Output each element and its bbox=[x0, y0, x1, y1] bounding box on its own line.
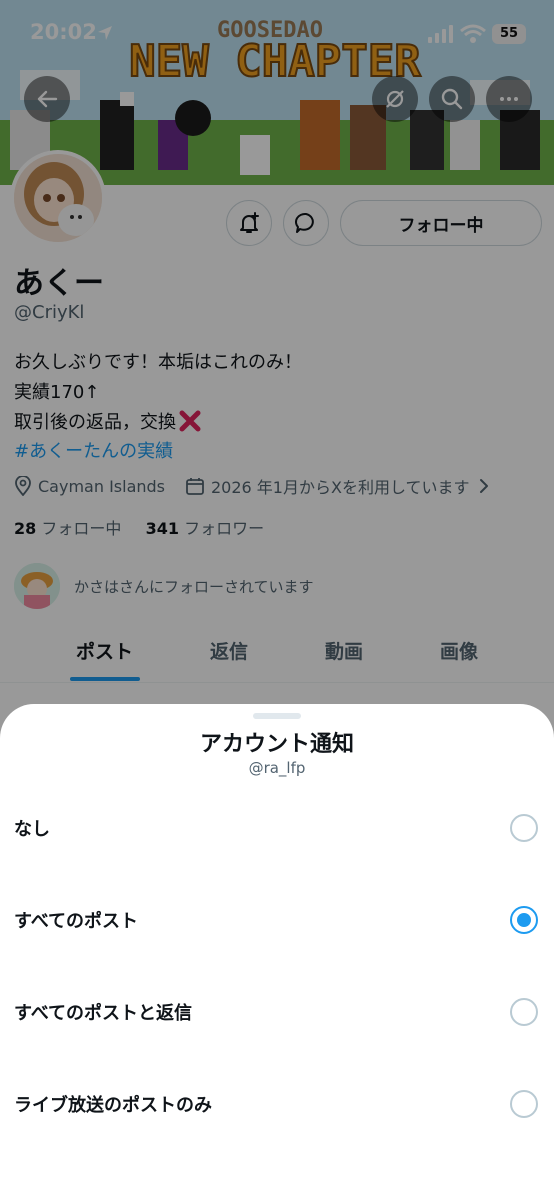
sheet-grabber[interactable] bbox=[253, 713, 301, 719]
option-label: すべてのポストと返信 bbox=[14, 1003, 193, 1024]
option-label: なし bbox=[14, 819, 50, 840]
radio-button-selected[interactable] bbox=[510, 906, 538, 934]
option-live-posts-only[interactable]: ライブ放送のポストのみ bbox=[0, 1064, 554, 1144]
option-all-posts-and-replies[interactable]: すべてのポストと返信 bbox=[0, 972, 554, 1052]
option-all-posts[interactable]: すべてのポスト bbox=[0, 880, 554, 960]
radio-button[interactable] bbox=[510, 998, 538, 1026]
account-notification-sheet: アカウント通知 @ra_lfp なし すべてのポスト すべてのポストと返信 ライ… bbox=[0, 704, 554, 1199]
radio-button[interactable] bbox=[510, 1090, 538, 1118]
radio-button[interactable] bbox=[510, 814, 538, 842]
sheet-title: アカウント通知 bbox=[199, 732, 354, 757]
sheet-subtitle: @ra_lfp bbox=[248, 759, 306, 777]
option-none[interactable]: なし bbox=[0, 788, 554, 868]
option-label: ライブ放送のポストのみ bbox=[14, 1095, 212, 1116]
option-label: すべてのポスト bbox=[14, 911, 139, 932]
